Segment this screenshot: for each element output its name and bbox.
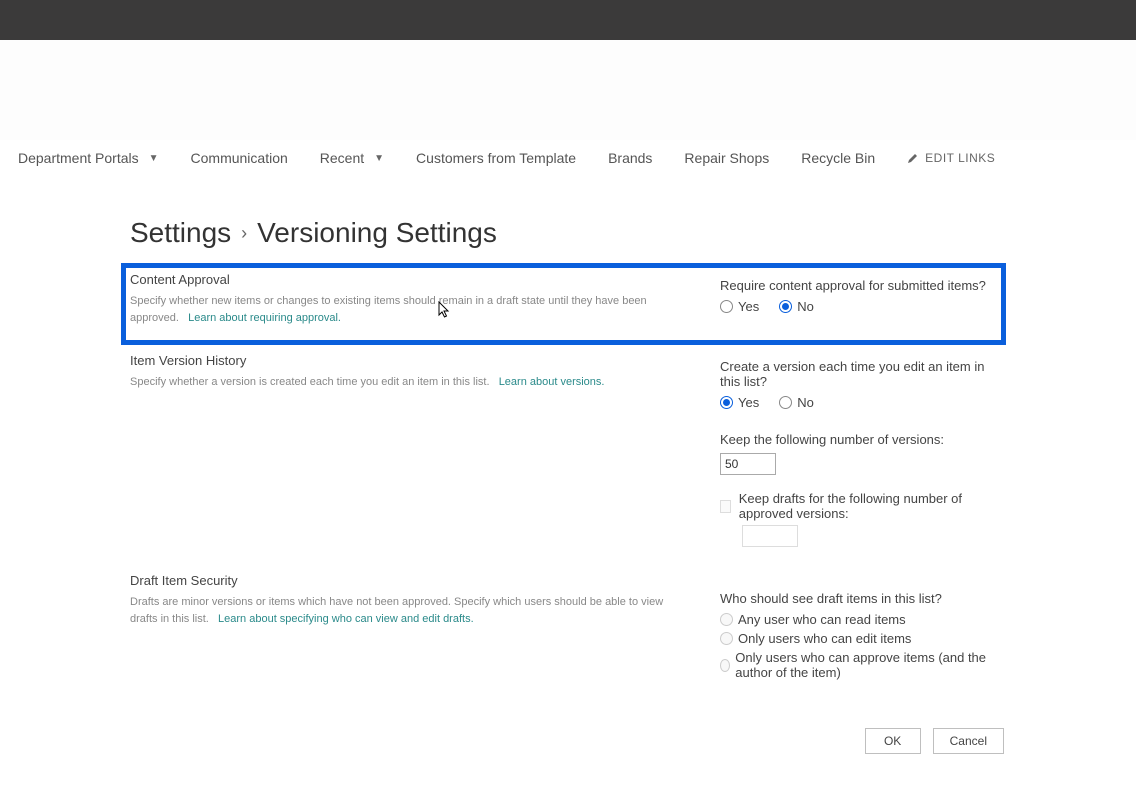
section-heading: Draft Item Security (130, 573, 690, 588)
breadcrumb-separator-icon: › (241, 223, 247, 244)
nav-label: Customers from Template (416, 150, 576, 166)
nav-label: Recent (320, 150, 364, 166)
suite-bar (0, 0, 1136, 40)
learn-requiring-approval-link[interactable]: Learn about requiring approval. (188, 312, 341, 324)
nav-recent[interactable]: Recent ▼ (320, 150, 384, 166)
keep-drafts-label: Keep drafts for the following number of … (739, 491, 1006, 521)
require-approval-yes[interactable]: Yes (720, 299, 759, 314)
chevron-down-icon: ▼ (374, 153, 384, 164)
draft-visibility-label: Who should see draft items in this list? (720, 591, 1006, 606)
keep-versions-input[interactable] (720, 453, 776, 475)
ribbon-placeholder (0, 40, 1136, 140)
create-version-no[interactable]: No (779, 395, 814, 410)
dialog-buttons: OK Cancel (130, 728, 1006, 754)
edit-links-label: EDIT LINKS (925, 151, 995, 165)
radio-label: Yes (738, 299, 759, 314)
radio-label: Only users who can approve items (and th… (735, 650, 1006, 680)
radio-label: Only users who can edit items (738, 631, 911, 646)
nav-label: Repair Shops (684, 150, 769, 166)
section-draft-security: Draft Item Security Drafts are minor ver… (130, 565, 1006, 698)
nav-communication[interactable]: Communication (191, 150, 288, 166)
keep-versions-label: Keep the following number of versions: (720, 432, 1006, 447)
draft-visibility-any-reader[interactable]: Any user who can read items (720, 612, 1006, 627)
section-heading: Item Version History (130, 353, 690, 368)
section-description: Drafts are minor versions or items which… (130, 594, 690, 627)
nav-label: Communication (191, 150, 288, 166)
keep-drafts-checkbox[interactable]: Keep drafts for the following number of … (720, 491, 1006, 521)
nav-department-portals[interactable]: Department Portals ▼ (18, 150, 159, 166)
nav-brands[interactable]: Brands (608, 150, 652, 166)
radio-icon (720, 300, 733, 313)
radio-icon (720, 659, 730, 672)
radio-label: No (797, 299, 814, 314)
radio-label: No (797, 395, 814, 410)
radio-icon (720, 632, 733, 645)
create-version-yes[interactable]: Yes (720, 395, 759, 410)
checkbox-icon (720, 500, 731, 513)
radio-label: Yes (738, 395, 759, 410)
ok-button[interactable]: OK (865, 728, 921, 754)
radio-icon (720, 396, 733, 409)
draft-visibility-approvers[interactable]: Only users who can approve items (and th… (720, 650, 1006, 680)
radio-icon (779, 300, 792, 313)
radio-icon (779, 396, 792, 409)
draft-visibility-editors[interactable]: Only users who can edit items (720, 631, 1006, 646)
cancel-button[interactable]: Cancel (933, 728, 1004, 754)
nav-label: Department Portals (18, 150, 139, 166)
section-version-history: Item Version History Specify whether a v… (130, 345, 1006, 565)
learn-versions-link[interactable]: Learn about versions. (499, 376, 605, 388)
nav-label: Brands (608, 150, 652, 166)
section-heading: Content Approval (130, 272, 690, 287)
section-content-approval: Content Approval Specify whether new ite… (121, 263, 1006, 345)
page-content: Settings › Versioning Settings Content A… (0, 177, 1136, 794)
require-approval-no[interactable]: No (779, 299, 814, 314)
nav-recycle-bin[interactable]: Recycle Bin (801, 150, 875, 166)
radio-label: Any user who can read items (738, 612, 906, 627)
section-description: Specify whether a version is created eac… (130, 374, 690, 391)
learn-drafts-link[interactable]: Learn about specifying who can view and … (218, 613, 474, 625)
nav-repair-shops[interactable]: Repair Shops (684, 150, 769, 166)
edit-links-button[interactable]: EDIT LINKS (907, 151, 995, 165)
top-navigation: Department Portals ▼ Communication Recen… (0, 140, 1136, 177)
require-approval-label: Require content approval for submitted i… (720, 278, 993, 293)
breadcrumb-root[interactable]: Settings (130, 217, 231, 249)
breadcrumb-current: Versioning Settings (257, 217, 497, 249)
keep-drafts-input (742, 525, 798, 547)
desc-text: Specify whether a version is created eac… (130, 376, 490, 388)
nav-customers-from-template[interactable]: Customers from Template (416, 150, 576, 166)
create-version-label: Create a version each time you edit an i… (720, 359, 1006, 389)
nav-label: Recycle Bin (801, 150, 875, 166)
section-description: Specify whether new items or changes to … (130, 293, 690, 326)
chevron-down-icon: ▼ (149, 153, 159, 164)
pencil-icon (907, 152, 919, 164)
radio-icon (720, 613, 733, 626)
page-title: Settings › Versioning Settings (130, 217, 1006, 249)
